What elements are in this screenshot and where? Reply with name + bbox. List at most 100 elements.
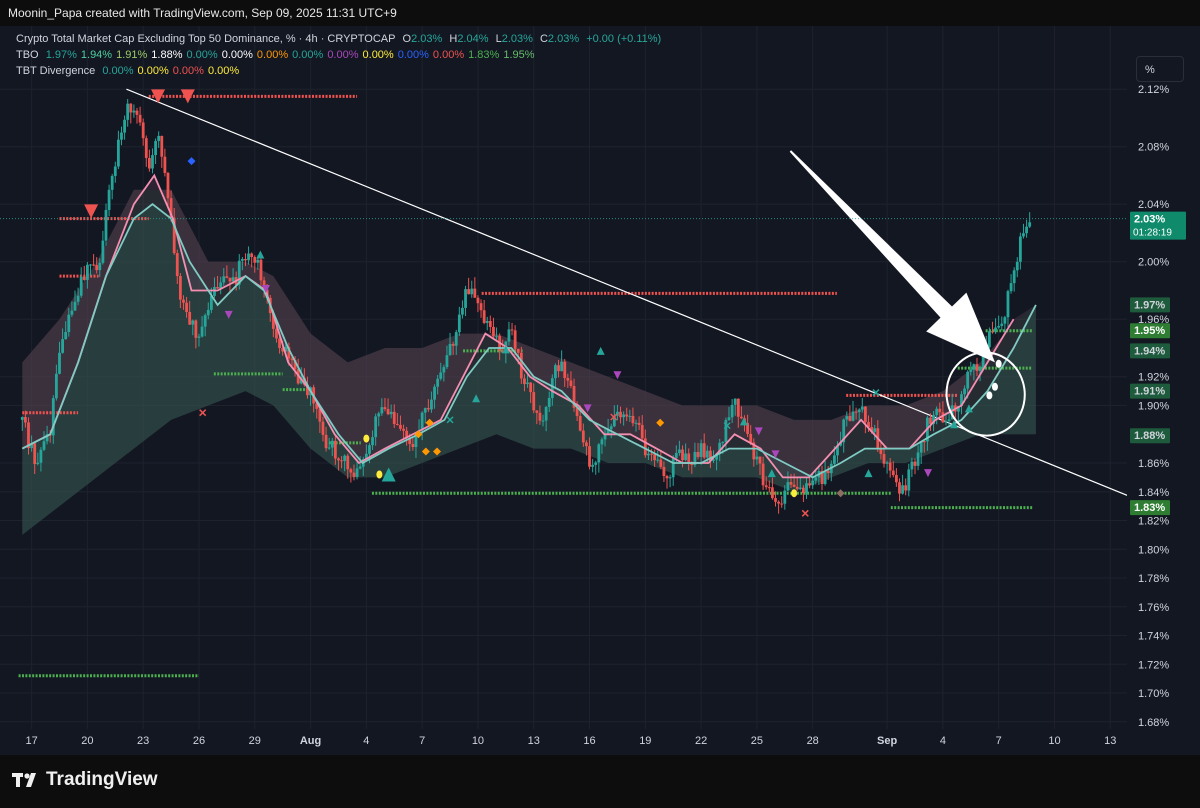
candle-body — [451, 343, 455, 346]
candle-body — [101, 240, 105, 263]
tbt-name[interactable]: TBT Divergence — [16, 65, 95, 77]
candle-body — [160, 135, 164, 157]
signal-tri-down — [613, 371, 622, 380]
author-credit: Moonin_Papa created with TradingView.com… — [8, 6, 397, 20]
candle-body — [147, 157, 151, 169]
candle-body — [513, 330, 517, 349]
candle-body — [699, 443, 703, 457]
chart-area[interactable]: 2.12% 2.08% 2.04% 2.00% 1.96% 1.92% 1.90% 1.86%… — [0, 26, 1200, 755]
main-series-legend[interactable]: Crypto Total Market Cap Excluding Top 50… — [16, 33, 665, 45]
candle-body — [439, 372, 443, 379]
tbo-value: 0.00% — [362, 49, 394, 61]
candle-body — [671, 457, 675, 478]
candle-body — [547, 398, 551, 407]
time-axis[interactable]: 17 20 23 26 29 Aug 4 7 10 13 16 19 22 25 28 Sep 4 7 10 13 — [25, 735, 1116, 747]
candle-body — [138, 114, 142, 123]
tbo-values: 1.97% 1.94% 1.91% 1.88% 0.00% 0.00% 0.00% 0.00%… — [46, 49, 539, 61]
candle-body — [392, 411, 396, 425]
candle-body — [346, 455, 350, 470]
candle-body — [826, 470, 830, 474]
candle-body — [535, 410, 539, 413]
tradingview-logo[interactable]: TradingView — [12, 769, 158, 791]
candle-body — [120, 132, 123, 140]
candle-body — [805, 483, 808, 493]
candle-body — [352, 472, 356, 477]
symbol-title[interactable]: Crypto Total Market Cap Excluding Top 50… — [16, 33, 395, 45]
candle-body — [653, 454, 657, 461]
candle-body — [727, 417, 731, 420]
candle-body — [532, 392, 536, 411]
candle-body — [76, 295, 80, 302]
candle-body — [944, 421, 948, 423]
price-tick-label: 1.78% — [1138, 573, 1169, 585]
candle-body — [92, 264, 95, 266]
price-tick-label: 1.80% — [1138, 544, 1169, 556]
candle-body — [442, 367, 446, 373]
candle-body — [597, 444, 601, 463]
price-label-text: 2.03% — [1134, 214, 1165, 226]
candle-body — [749, 433, 753, 443]
candle-body — [560, 361, 564, 372]
candle-body — [650, 453, 653, 455]
candle-body — [448, 343, 452, 356]
price-chart[interactable]: 2.12%2.08%2.04%2.00%1.96%1.92%1.90%1.86%… — [0, 26, 1200, 755]
signal-tri-up — [864, 469, 873, 478]
tbo-value: 1.88% — [151, 49, 183, 61]
tbt-value: 0.00% — [172, 65, 204, 77]
candle-body — [526, 382, 529, 385]
candle-body — [70, 310, 74, 315]
candle-body — [358, 466, 362, 469]
candle-body — [1012, 270, 1016, 284]
candle-body — [609, 426, 613, 430]
candle-body — [702, 443, 706, 458]
time-tick-label: 16 — [583, 735, 595, 747]
candle-body — [588, 446, 591, 467]
candle-body — [259, 259, 263, 281]
candle-body — [554, 365, 557, 379]
candle-body — [510, 329, 514, 331]
candle-body — [774, 498, 777, 502]
candle-body — [1003, 317, 1007, 324]
candle-body — [792, 484, 796, 487]
candle-body — [216, 287, 219, 289]
candle-body — [166, 172, 170, 199]
candle-body — [95, 265, 99, 271]
candle-body — [89, 264, 92, 266]
candle-body — [947, 419, 951, 422]
candle-body — [253, 257, 257, 263]
candle-body — [938, 408, 942, 413]
time-tick-label: 17 — [25, 735, 37, 747]
candle-body — [647, 453, 650, 456]
candle-body — [1000, 323, 1004, 326]
candle-body — [222, 276, 226, 283]
tbo-name[interactable]: TBO — [16, 49, 39, 61]
candle-body — [330, 440, 334, 448]
candle-body — [578, 416, 582, 431]
candle-body — [250, 253, 254, 258]
candle-body — [240, 258, 244, 261]
candle-body — [777, 501, 781, 504]
candle-body — [482, 310, 486, 323]
time-tick-label: 19 — [639, 735, 651, 747]
candle-body — [61, 339, 64, 353]
candle-body — [231, 277, 235, 282]
candle-body — [337, 458, 340, 461]
tbo-legend[interactable]: TBO 1.97% 1.94% 1.91% 1.88% 0.00% 0.00% 0.00% 0… — [16, 49, 543, 61]
candle-body — [668, 477, 672, 479]
candle-body — [479, 303, 483, 311]
candle-body — [566, 377, 570, 381]
candle-body — [733, 398, 737, 405]
price-label-text: 1.83% — [1134, 502, 1165, 514]
candle-body — [771, 487, 774, 499]
tbt-legend[interactable]: TBT Divergence 0.00% 0.00% 0.00% 0.00% — [16, 65, 247, 77]
candle-body — [631, 415, 635, 424]
time-tick-label: 10 — [472, 735, 484, 747]
price-label-text: 1.88% — [1134, 430, 1165, 442]
price-tick-label: 1.74% — [1138, 631, 1169, 643]
candle-body — [848, 416, 852, 421]
signal-circle — [376, 470, 383, 479]
candle-body — [1025, 226, 1028, 234]
signal-circle — [991, 382, 998, 391]
percent-scale-button[interactable]: % — [1136, 56, 1184, 82]
candle-body — [82, 276, 86, 280]
